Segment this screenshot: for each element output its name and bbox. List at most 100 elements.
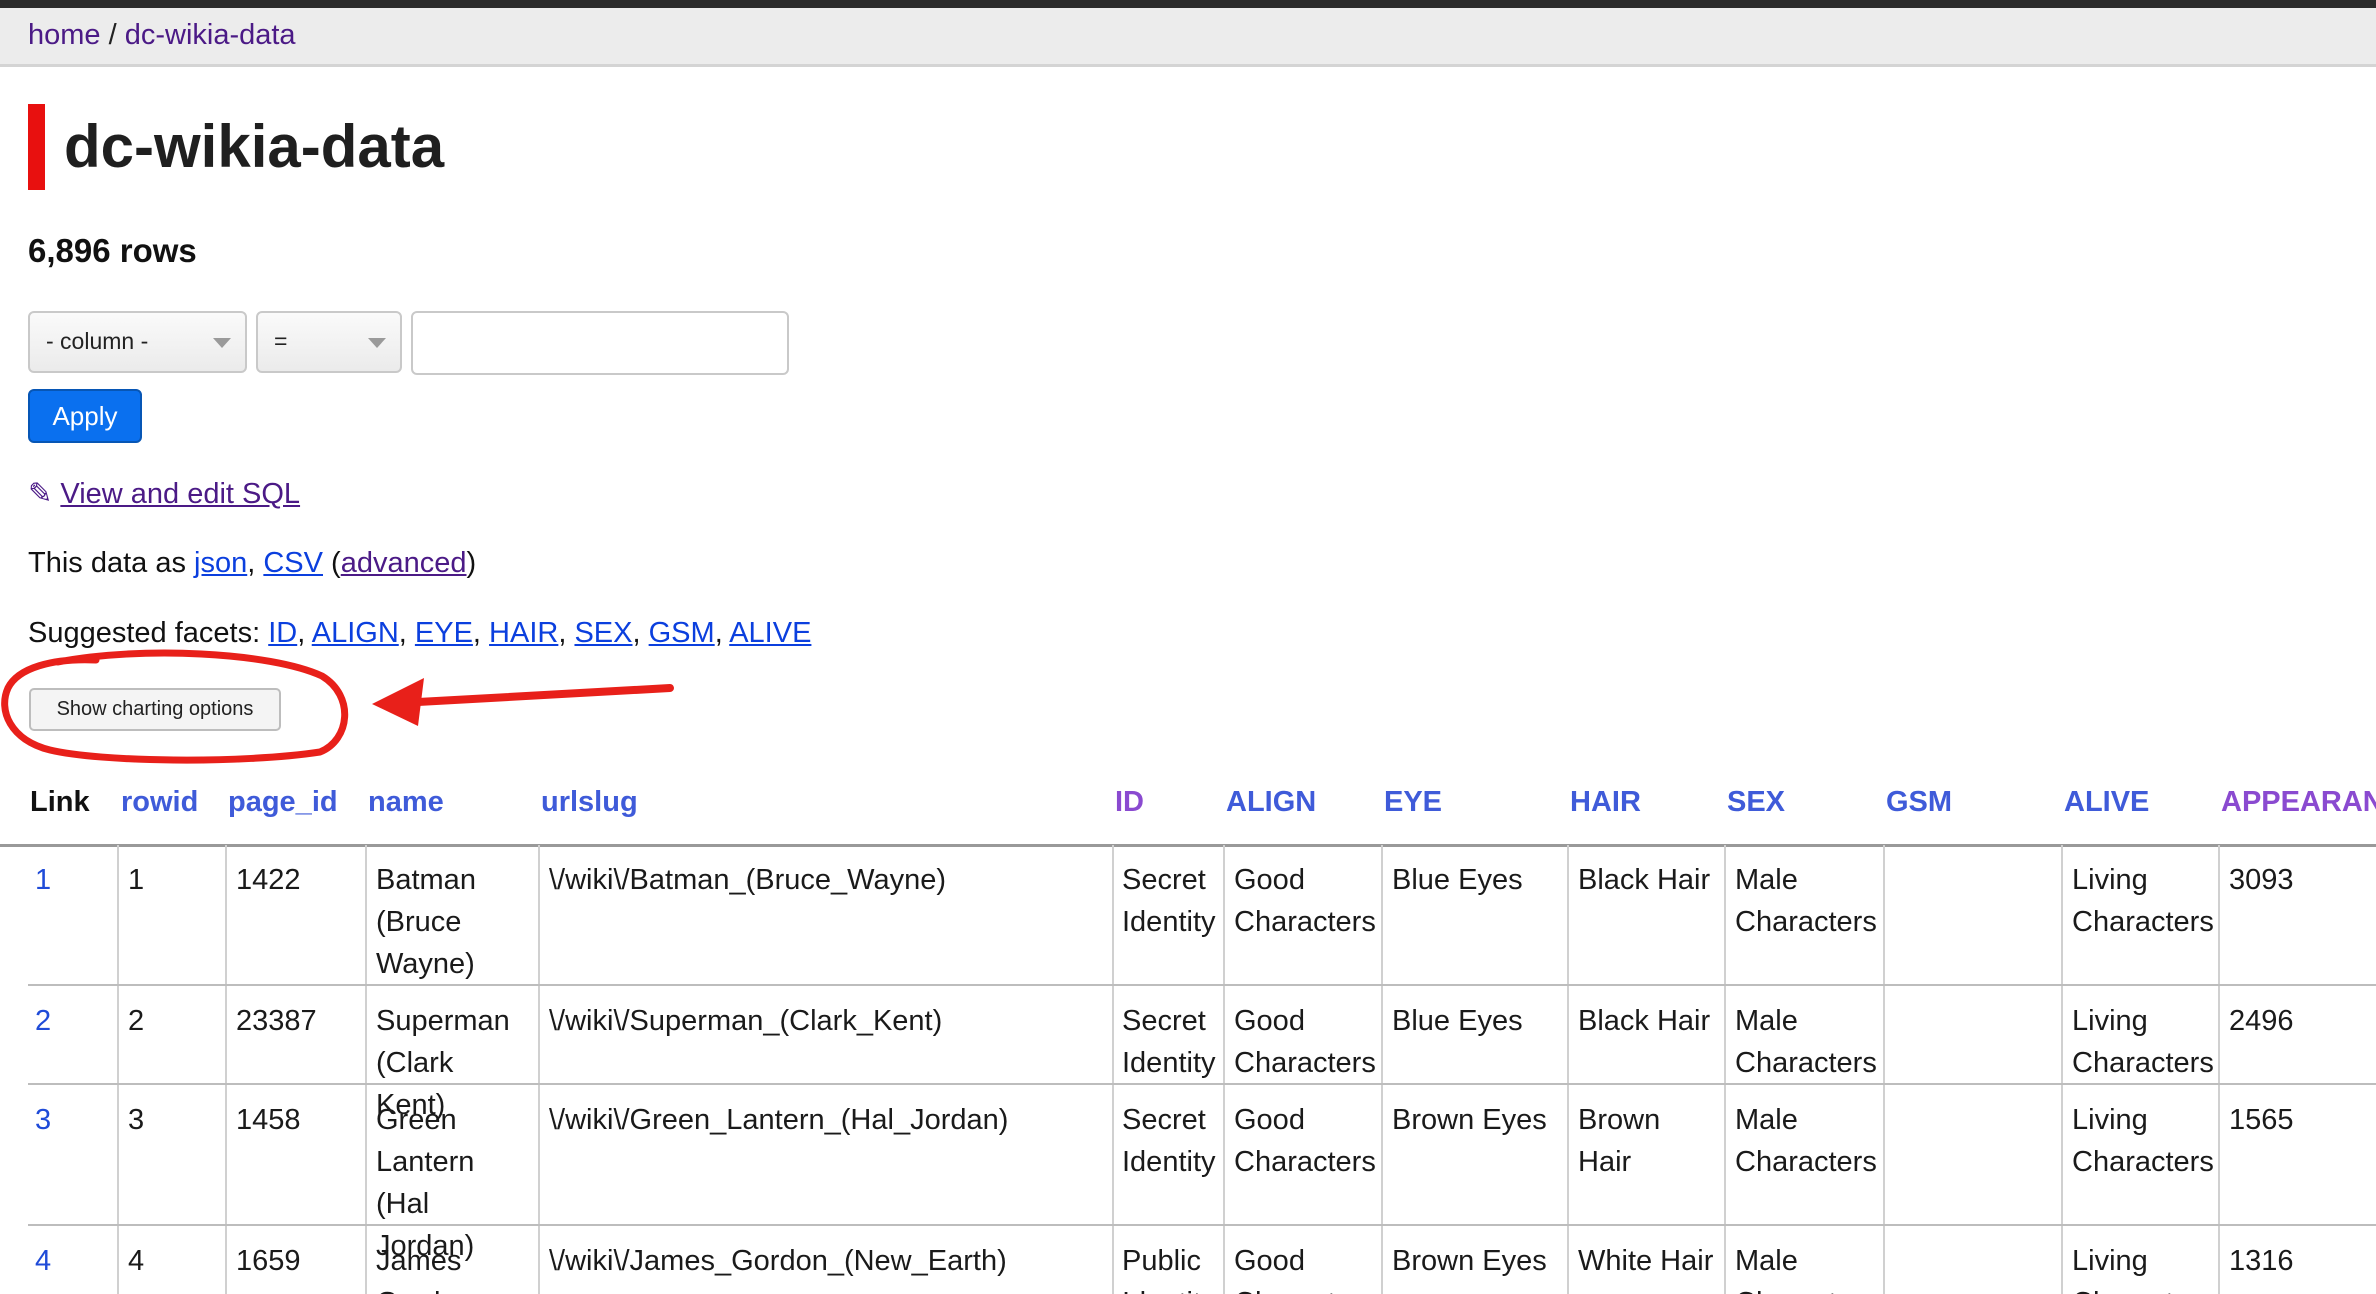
column-divider [2061, 845, 2063, 984]
breadcrumb-database-link[interactable]: dc-wikia-data [125, 19, 296, 51]
export-sep: , [247, 547, 264, 579]
export-advanced-link[interactable]: advanced [341, 547, 467, 579]
align-cell: Good Characters [1234, 1005, 1376, 1079]
row-link-cell: 1 [35, 859, 51, 901]
id-cell: Secret Identity [1122, 864, 1216, 938]
export-close: ) [466, 547, 477, 579]
alive-cell: Living Characters [2072, 864, 2214, 938]
column-divider [1567, 1085, 1569, 1224]
urlslug-cell: \/wiki\/Superman_(Clark_Kent) [549, 1005, 943, 1037]
column-divider [538, 1085, 540, 1224]
appearances-cell: 3093 [2229, 864, 2294, 896]
header-alive[interactable]: ALIVE [2064, 786, 2149, 819]
column-select-value: - column - [46, 328, 149, 354]
page-title: dc-wikia-data [64, 113, 445, 180]
sex-cell: Male Characters [1735, 864, 1877, 938]
hair-cell: Black Hair [1578, 1005, 1711, 1037]
header-page-id[interactable]: page_id [228, 786, 338, 819]
title-accent-bar [28, 104, 45, 190]
appearances-cell: 1565 [2229, 1104, 2294, 1136]
row-link-cell: 3 [35, 1099, 51, 1141]
align-cell: Good Characters [1234, 864, 1376, 938]
header-link: Link [30, 786, 90, 818]
column-divider [1381, 1085, 1383, 1224]
header-gsm[interactable]: GSM [1886, 786, 1952, 819]
eye-cell: Brown Eyes [1392, 1104, 1547, 1136]
table-row: 2 2 23387 Superman (Clark Kent) \/wiki\/… [28, 986, 2376, 1121]
header-id[interactable]: ID [1115, 786, 1144, 819]
column-divider [1223, 845, 1225, 984]
header-sex[interactable]: SEX [1727, 786, 1785, 819]
hair-cell: Brown Hair [1578, 1104, 1661, 1178]
column-divider [1112, 1085, 1114, 1224]
column-divider [1724, 1085, 1726, 1224]
view-sql-line: ✎ View and edit SQL [28, 476, 300, 511]
apply-button[interactable]: Apply [28, 389, 142, 443]
column-divider [1112, 986, 1114, 1083]
column-divider [225, 845, 227, 984]
column-divider [2218, 1085, 2220, 1224]
alive-cell: Living Characters [2072, 1245, 2214, 1294]
column-divider [1724, 986, 1726, 1083]
column-divider [1112, 1226, 1114, 1294]
header-align[interactable]: ALIGN [1226, 786, 1316, 819]
operator-select[interactable]: = [256, 311, 402, 373]
urlslug-cell: \/wiki\/James_Gordon_(New_Earth) [549, 1245, 1007, 1277]
export-csv-link[interactable]: CSV [263, 547, 323, 579]
row-link[interactable]: 1 [35, 864, 51, 896]
pencil-icon: ✎ [28, 478, 53, 510]
column-divider [2061, 986, 2063, 1083]
annotation-arrow-shaft [414, 684, 674, 706]
column-divider [1223, 986, 1225, 1083]
breadcrumb-home-link[interactable]: home [28, 19, 101, 51]
export-line: This data as json, CSV (advanced) [28, 547, 476, 580]
page-id-cell: 1659 [236, 1245, 301, 1277]
view-edit-sql-link[interactable]: View and edit SQL [60, 478, 300, 510]
column-divider [538, 845, 540, 984]
row-link[interactable]: 2 [35, 1005, 51, 1037]
eye-cell: Blue Eyes [1392, 864, 1523, 896]
urlslug-cell: \/wiki\/Batman_(Bruce_Wayne) [549, 864, 947, 896]
column-divider [1381, 1226, 1383, 1294]
row-link-cell: 4 [35, 1240, 51, 1282]
column-select[interactable]: - column - [28, 311, 247, 373]
column-divider [538, 1226, 540, 1294]
header-rowid[interactable]: rowid [121, 786, 198, 819]
column-divider [365, 845, 367, 984]
id-cell: Public Identity [1122, 1245, 1216, 1294]
header-hair[interactable]: HAIR [1570, 786, 1641, 819]
annotation-circle [1, 649, 349, 764]
column-divider [117, 1226, 119, 1294]
column-divider [1567, 986, 1569, 1083]
table-row: 4 4 1659 James Gordon \/wiki\/James_Gord… [28, 1226, 2376, 1294]
column-divider [538, 986, 540, 1083]
align-cell: Good Characters [1234, 1104, 1376, 1178]
facet-link-alive[interactable]: ALIVE [729, 617, 811, 649]
header-eye[interactable]: EYE [1384, 786, 1442, 819]
column-divider [1883, 1085, 1885, 1224]
rowid-cell: 4 [128, 1245, 145, 1277]
header-urlslug[interactable]: urlslug [541, 786, 638, 819]
filter-value-input[interactable] [411, 311, 789, 375]
sex-cell: Male Characters [1735, 1005, 1877, 1079]
page-id-cell: 1422 [236, 864, 301, 896]
header-appearances[interactable]: APPEARAN [2221, 786, 2376, 819]
column-divider [2061, 1085, 2063, 1224]
column-divider [117, 845, 119, 984]
id-cell: Secret Identity [1122, 1005, 1216, 1079]
table-row: 1 1 1422 Batman (Bruce Wayne) \/wiki\/Ba… [28, 845, 2376, 986]
column-divider [1883, 986, 1885, 1083]
column-divider [2218, 845, 2220, 984]
row-link[interactable]: 4 [35, 1245, 51, 1277]
column-divider [2218, 1226, 2220, 1294]
export-json-link[interactable]: json [194, 547, 247, 579]
annotation-arrow-head [372, 678, 424, 726]
alive-cell: Living Characters [2072, 1005, 2214, 1079]
row-link[interactable]: 3 [35, 1104, 51, 1136]
page-id-cell: 1458 [236, 1104, 301, 1136]
hair-cell: Black Hair [1578, 864, 1711, 896]
table-row: 3 3 1458 Green Lantern (Hal Jordan) \/wi… [28, 1085, 2376, 1262]
column-divider [1724, 845, 1726, 984]
header-name[interactable]: name [368, 786, 444, 819]
column-divider [117, 986, 119, 1083]
